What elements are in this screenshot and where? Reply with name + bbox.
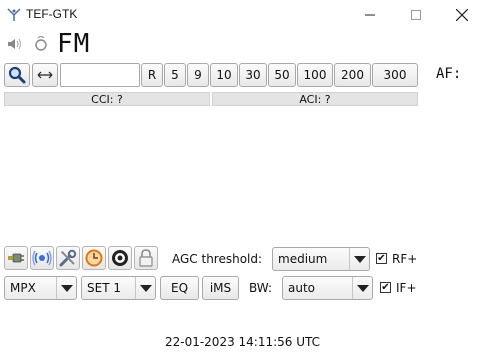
lock-button[interactable] [134, 246, 158, 270]
app-logo-icon [7, 8, 21, 21]
step-button-10[interactable]: 10 [210, 63, 238, 87]
title-bar: TEF-GTK [0, 0, 485, 30]
minimize-button[interactable] [347, 0, 393, 30]
mpx-value: MPX [10, 281, 36, 295]
step-button-100[interactable]: 100 [297, 63, 333, 87]
maximize-icon [411, 10, 421, 20]
cci-label: CCI: ? [91, 92, 123, 106]
close-button[interactable] [439, 0, 485, 30]
chevron-down-icon [56, 277, 76, 299]
search-icon [8, 66, 26, 84]
settings-button[interactable] [56, 246, 80, 270]
antenna-icon [32, 250, 52, 266]
rds-button[interactable] [108, 246, 132, 270]
bandwidth-select[interactable]: auto [282, 276, 373, 300]
agc-threshold-select[interactable]: medium [272, 247, 370, 271]
step-button-50[interactable]: 50 [268, 63, 296, 87]
window-title: TEF-GTK [26, 7, 78, 21]
step-button-5[interactable]: 5 [164, 63, 186, 87]
aci-bar: ACI: ? [212, 92, 418, 106]
aci-label: ACI: ? [299, 92, 331, 106]
bw-label: BW: [249, 281, 273, 295]
minimize-icon [365, 14, 375, 16]
antenna-button[interactable] [30, 246, 54, 270]
status-datetime: 22-01-2023 14:11:56 UTC [164, 335, 321, 349]
maximize-button[interactable] [393, 0, 439, 30]
step-button-r[interactable]: R [141, 63, 163, 87]
close-icon [456, 9, 468, 21]
agc-threshold-label: AGC threshold: [172, 252, 263, 266]
connect-icon [8, 253, 24, 263]
chevron-down-icon [349, 248, 369, 270]
rds-icon [112, 250, 128, 266]
set-select[interactable]: SET 1 [81, 276, 156, 300]
stereo-icon [35, 35, 47, 51]
clock-button[interactable] [82, 246, 106, 270]
cci-bar: CCI: ? [4, 92, 210, 106]
set-value: SET 1 [87, 281, 121, 295]
lock-icon [139, 249, 153, 267]
if-plus-checkbox[interactable]: ✔ [380, 282, 391, 293]
clock-icon [85, 249, 103, 267]
step-button-9[interactable]: 9 [187, 63, 209, 87]
mpx-select[interactable]: MPX [4, 276, 77, 300]
arrows-horizontal-icon [37, 71, 53, 79]
rf-plus-checkbox[interactable]: ✔ [376, 253, 387, 264]
chevron-down-icon [135, 277, 155, 299]
mode-label: FM [57, 29, 91, 59]
chevron-down-icon [352, 277, 372, 299]
step-button-30[interactable]: 30 [239, 63, 267, 87]
frequency-input[interactable] [60, 63, 140, 87]
ims-button[interactable]: iMS [202, 276, 239, 300]
swap-button[interactable] [32, 63, 58, 87]
search-button[interactable] [4, 63, 30, 87]
eq-button[interactable]: EQ [160, 276, 199, 300]
af-label: AF: [436, 66, 462, 82]
step-button-300[interactable]: 300 [372, 63, 418, 87]
connect-button[interactable] [4, 246, 28, 270]
settings-icon [59, 249, 77, 267]
step-button-200[interactable]: 200 [334, 63, 371, 87]
bandwidth-value: auto [288, 281, 316, 295]
if-plus-label: IF+ [396, 281, 417, 295]
agc-threshold-value: medium [278, 252, 328, 266]
rf-plus-label: RF+ [392, 252, 418, 266]
speaker-icon [8, 38, 21, 50]
